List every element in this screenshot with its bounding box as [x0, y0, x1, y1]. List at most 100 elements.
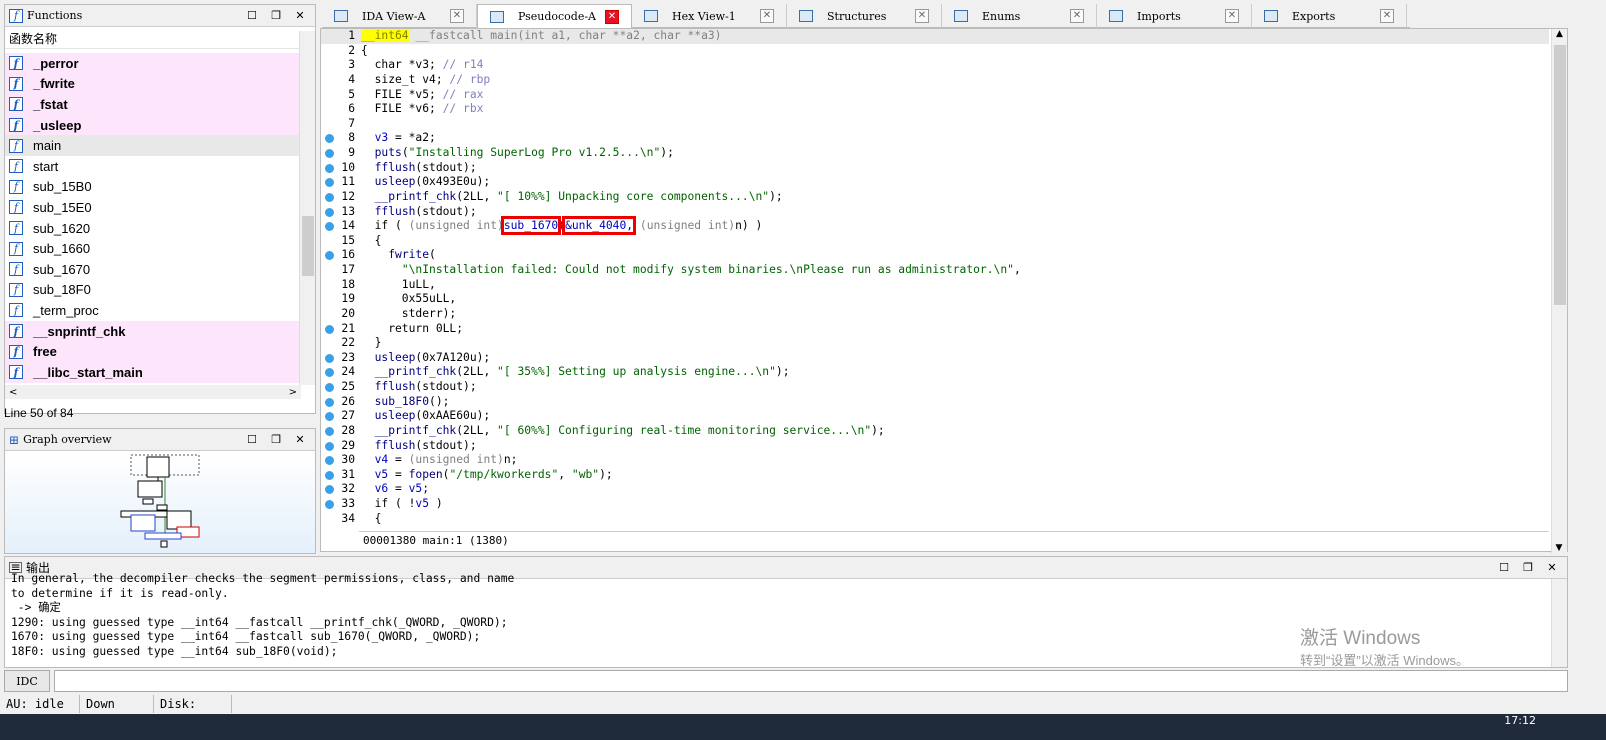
- close-icon[interactable]: ✕: [1543, 559, 1561, 577]
- function-list-item[interactable]: f sub_1670: [5, 259, 301, 280]
- output-line: In general, the decompiler checks the se…: [11, 572, 515, 585]
- idc-button[interactable]: IDC: [4, 670, 50, 692]
- code-text: __printf_chk(2LL, "[ 35%%] Setting up an…: [374, 365, 790, 379]
- pseudocode-text[interactable]: 1 __int64 __fastcall main(int a1, char **…: [321, 29, 1549, 529]
- scroll-down-icon[interactable]: ▼: [1552, 543, 1566, 553]
- graph-overview-canvas[interactable]: [5, 453, 315, 553]
- function-list-item[interactable]: f __snprintf_chk: [5, 320, 301, 342]
- code-line[interactable]: 11 usleep(0x493E0u);: [321, 175, 1549, 190]
- function-icon: f: [9, 365, 23, 380]
- close-icon[interactable]: ✕: [291, 7, 309, 25]
- function-list-item[interactable]: f _term_proc: [5, 300, 301, 321]
- tab-label: Pseudocode-A: [518, 10, 597, 23]
- code-line[interactable]: 29 fflush(stdout);: [321, 439, 1549, 454]
- code-line[interactable]: 8 v3 = *a2;: [321, 131, 1549, 146]
- code-line[interactable]: 15 {: [321, 234, 1549, 249]
- code-line[interactable]: 12 __printf_chk(2LL, "[ 10%%] Unpacking …: [321, 190, 1549, 205]
- code-line[interactable]: 13 fflush(stdout);: [321, 205, 1549, 220]
- function-list-item[interactable]: f _fstat: [5, 94, 301, 115]
- tab-close-icon[interactable]: ✕: [915, 9, 929, 23]
- code-line[interactable]: 4 size_t v4; // rbp: [321, 73, 1549, 88]
- code-line[interactable]: 34 {: [321, 512, 1549, 527]
- code-line[interactable]: 25 fflush(stdout);: [321, 380, 1549, 395]
- code-line[interactable]: 17 "\nInstallation failed: Could not mod…: [321, 263, 1549, 278]
- graph-overview-title: Graph overview: [23, 433, 112, 446]
- line-number: 12: [341, 189, 355, 203]
- code-line[interactable]: 10 fflush(stdout);: [321, 161, 1549, 176]
- status-au: AU: idle: [0, 695, 80, 713]
- close-icon[interactable]: ✕: [291, 431, 309, 449]
- function-list-scrollbar[interactable]: [299, 31, 315, 385]
- code-line[interactable]: 7: [321, 117, 1549, 132]
- tab-close-icon[interactable]: ✕: [760, 9, 774, 23]
- tab-close-icon[interactable]: ✕: [1380, 9, 1394, 23]
- function-list-hscrollbar[interactable]: < >: [5, 385, 301, 399]
- code-line[interactable]: 5 FILE *v5; // rax: [321, 88, 1549, 103]
- tab-close-icon[interactable]: ✕: [450, 9, 464, 23]
- code-line[interactable]: 9 puts("Installing SuperLog Pro v1.2.5..…: [321, 146, 1549, 161]
- tab-imports[interactable]: Imports ✕: [1097, 4, 1252, 28]
- maximize-icon[interactable]: ☐: [243, 7, 261, 25]
- code-text: fflush(stdout);: [374, 438, 477, 452]
- tab-hex-view-1[interactable]: Hex View-1 ✕: [632, 4, 787, 28]
- function-list-item[interactable]: f __libc_start_main: [5, 361, 301, 383]
- command-input[interactable]: [54, 670, 1568, 692]
- function-list-item[interactable]: f _fwrite: [5, 73, 301, 95]
- code-line[interactable]: 24 __printf_chk(2LL, "[ 35%%] Setting up…: [321, 365, 1549, 380]
- float-icon[interactable]: ❐: [267, 7, 285, 25]
- code-line[interactable]: 31 v5 = fopen("/tmp/kworkerds", "wb");: [321, 468, 1549, 483]
- output-scrollbar[interactable]: [1551, 579, 1567, 667]
- float-icon[interactable]: ❐: [267, 431, 285, 449]
- line-number: 20: [341, 306, 355, 320]
- function-list-item[interactable]: f _usleep: [5, 114, 301, 136]
- tab-structures[interactable]: Structures ✕: [787, 4, 942, 28]
- scrollbar-thumb[interactable]: [302, 216, 314, 276]
- function-list-item[interactable]: f sub_15E0: [5, 197, 301, 218]
- code-line[interactable]: 19 0x55uLL,: [321, 292, 1549, 307]
- scroll-left-icon[interactable]: <: [9, 387, 17, 398]
- tab-close-icon[interactable]: ✕: [1225, 9, 1239, 23]
- function-list-item[interactable]: f main: [5, 135, 301, 156]
- tab-pseudocode-a[interactable]: Pseudocode-A ✕: [477, 4, 632, 28]
- maximize-icon[interactable]: ☐: [243, 431, 261, 449]
- pseudocode-view[interactable]: 1 __int64 __fastcall main(int a1, char **…: [320, 28, 1568, 553]
- code-line[interactable]: 32 v6 = v5;: [321, 482, 1549, 497]
- scrollbar-thumb[interactable]: [1554, 45, 1566, 305]
- code-text: if ( !v5 ): [361, 497, 443, 510]
- tab-close-icon[interactable]: ✕: [1070, 9, 1084, 23]
- code-line[interactable]: 18 1uLL,: [321, 278, 1549, 293]
- pseudocode-scrollbar[interactable]: ▲ ▼: [1551, 29, 1567, 553]
- code-line[interactable]: 16 fwrite(: [321, 248, 1549, 263]
- function-list-item[interactable]: f _perror: [5, 53, 301, 74]
- code-line[interactable]: 2{: [321, 44, 1549, 59]
- code-line[interactable]: 14 if ( (unsigned int)sub_1670(&unk_4040…: [321, 216, 1549, 236]
- code-line[interactable]: 27 usleep(0xAAE60u);: [321, 409, 1549, 424]
- tab-close-icon[interactable]: ✕: [605, 9, 619, 24]
- scroll-right-icon[interactable]: >: [289, 387, 297, 398]
- function-list-item[interactable]: f sub_18F0: [5, 280, 301, 301]
- function-list-item[interactable]: f start: [5, 156, 301, 177]
- function-name: __snprintf_chk: [33, 323, 126, 339]
- code-text: {: [361, 43, 368, 57]
- function-list-item[interactable]: f sub_1660: [5, 238, 301, 259]
- tab-enums[interactable]: Enums ✕: [942, 4, 1097, 28]
- code-line[interactable]: 30 v4 = (unsigned int)n;: [321, 453, 1549, 468]
- code-line[interactable]: 26 sub_18F0();: [321, 395, 1549, 410]
- code-line[interactable]: 28 __printf_chk(2LL, "[ 60%%] Configurin…: [321, 424, 1549, 439]
- function-list-item[interactable]: f sub_15B0: [5, 177, 301, 198]
- code-line[interactable]: 21 return 0LL;: [321, 322, 1549, 337]
- function-name-column-header[interactable]: 函数名称: [5, 29, 301, 49]
- code-line[interactable]: 20 stderr);: [321, 307, 1549, 322]
- code-line[interactable]: 33 if ( !v5 ): [321, 497, 1549, 512]
- code-line[interactable]: 22 }: [321, 336, 1549, 351]
- function-list-item[interactable]: f free: [5, 341, 301, 362]
- code-line[interactable]: 3 char *v3; // r14: [321, 58, 1549, 73]
- tab-exports[interactable]: Exports ✕: [1252, 4, 1407, 28]
- code-line[interactable]: 1 __int64 __fastcall main(int a1, char **…: [321, 29, 1549, 44]
- scroll-up-icon[interactable]: ▲: [1552, 29, 1567, 39]
- code-line[interactable]: 6 FILE *v6; // rbx: [321, 102, 1549, 117]
- tab-ida-view-a[interactable]: IDA View-A ✕: [322, 4, 477, 28]
- function-icon: f: [9, 344, 23, 359]
- function-list-item[interactable]: f sub_1620: [5, 218, 301, 239]
- code-line[interactable]: 23 usleep(0x7A120u);: [321, 351, 1549, 366]
